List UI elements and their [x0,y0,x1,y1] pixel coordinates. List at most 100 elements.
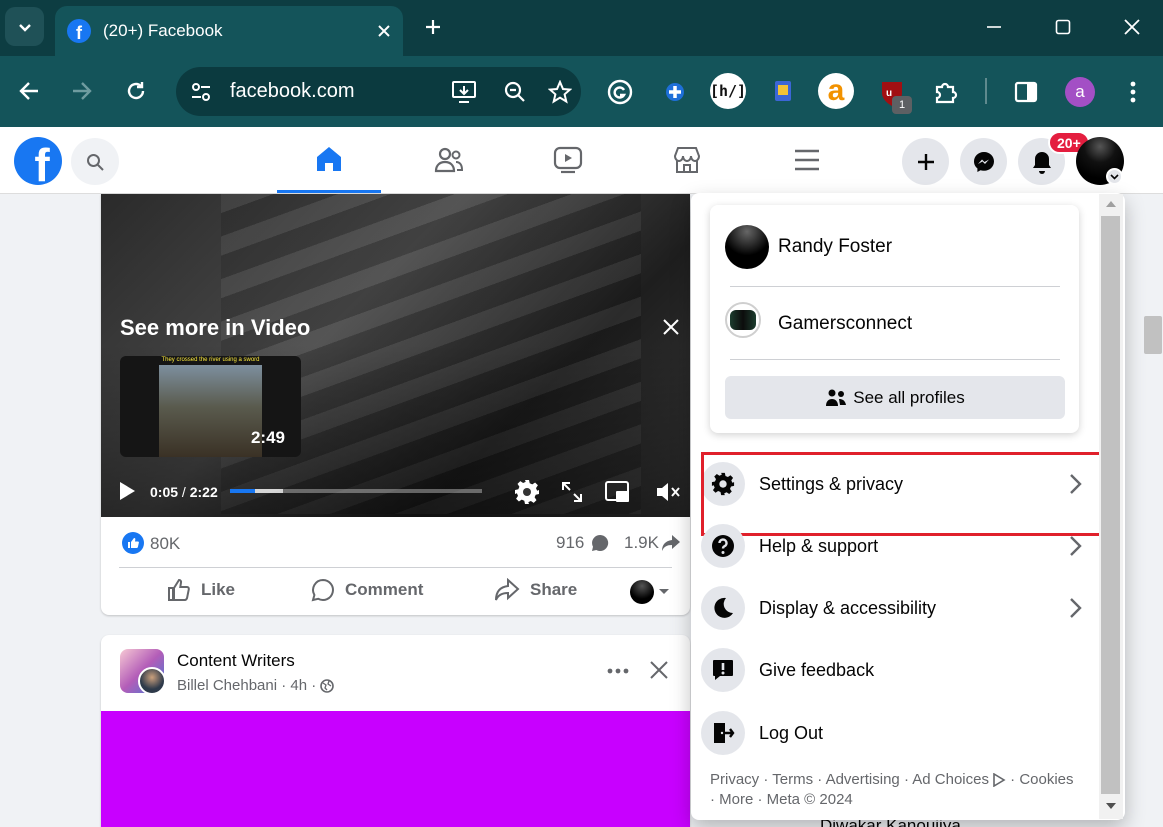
share-label: Share [530,580,578,599]
minimize-button[interactable] [976,10,1012,44]
post-image[interactable] [101,711,690,827]
menu-item-label: Display & accessibility [759,597,937,618]
document-extension-icon[interactable] [770,78,796,104]
messenger-icon [973,151,994,172]
page-name[interactable]: Gamersconnect [778,313,912,335]
gamepad-icon [730,310,756,330]
suggested-video-thumbnail[interactable]: They crossed the river using a sword 2:4… [120,356,301,457]
divider [119,567,672,568]
video-post: See more in Video They crossed the river… [101,194,690,615]
forward-button[interactable] [67,76,97,106]
extension-badge: 1 [892,96,912,114]
zoom-icon[interactable] [491,80,539,104]
share-icon [495,578,520,601]
post-time[interactable]: · 4h · [277,677,320,694]
overlay-close-button[interactable] [662,318,682,338]
author-avatar[interactable] [138,667,166,695]
close-icon[interactable] [377,24,391,38]
chevron-down-icon [18,23,31,32]
new-tab-button[interactable] [415,10,451,44]
browser-profile-avatar[interactable]: a [1065,77,1095,107]
menu-item-label: Give feedback [759,659,875,680]
create-button[interactable] [902,138,949,185]
gear-icon [515,480,539,504]
extensions-puzzle-icon[interactable] [929,76,961,108]
likes-count[interactable]: 80K [150,534,180,554]
nav-tab-video[interactable] [516,127,620,193]
nav-tab-home[interactable] [277,127,381,193]
amazon-assistant-extension-icon[interactable]: a [818,73,854,109]
menu-item-display-accessibility[interactable]: Display & accessibility [701,579,1087,637]
nav-tab-menu[interactable] [755,127,859,193]
install-app-icon[interactable] [451,80,491,104]
window-close-button[interactable] [1114,10,1150,44]
extension-cross-icon[interactable] [660,77,690,107]
video-player[interactable]: See more in Video They crossed the river… [101,194,690,517]
bookmark-star-icon[interactable] [539,79,581,104]
scroll-up-arrow-icon[interactable] [1105,200,1117,208]
hide-post-button[interactable] [649,660,671,682]
scrollbar-thumb[interactable] [1101,216,1120,794]
address-bar[interactable]: facebook.com [176,67,581,116]
more-menu-icon[interactable] [1121,78,1145,106]
share-button[interactable]: Share [494,578,577,602]
comment-button[interactable]: Comment [311,578,423,602]
divider [730,359,1060,360]
video-settings-button[interactable] [514,479,540,505]
messenger-button[interactable] [960,138,1007,185]
comments-count[interactable]: 916 [556,533,584,553]
back-button[interactable] [14,76,44,106]
video-time: 0:05 / 2:22 [150,484,218,500]
menu-item-help-support[interactable]: Help & support [701,517,1087,575]
menu-item-label: Help & support [759,535,879,556]
thumbs-up-icon [168,578,190,601]
video-progress-bar[interactable] [230,489,482,493]
maximize-button[interactable] [1045,10,1081,44]
browser-tab[interactable]: f (20+) Facebook [55,6,403,56]
thumbnail-image [159,365,262,457]
fullscreen-button[interactable] [561,481,583,503]
menu-scrollbar[interactable] [1099,194,1123,819]
group-name[interactable]: Content Writers [177,651,295,671]
site-info-icon[interactable] [176,81,226,103]
post-options-button[interactable] [605,659,631,683]
like-button[interactable]: Like [167,578,235,602]
shares-count[interactable]: 1.9K [624,533,659,553]
menu-item-give-feedback[interactable]: Give feedback [701,641,1087,699]
close-icon [1124,19,1140,35]
scroll-down-arrow-icon[interactable] [1105,802,1117,810]
author-name[interactable]: Billel Chehbani [177,677,277,694]
see-all-profiles-button[interactable]: See all profiles [725,376,1065,419]
reload-icon [127,82,145,100]
footer-more-meta[interactable]: · More · Meta © 2024 [710,790,1090,810]
see-more-title: See more in Video [120,315,311,340]
reload-button[interactable] [121,76,151,106]
footer-cookies[interactable]: · Cookies [1006,770,1073,790]
feedback-icon [701,648,745,692]
menu-item-log-out[interactable]: Log Out [701,704,1087,762]
page-scrollbar-thumb[interactable] [1144,316,1162,354]
page-avatar[interactable] [725,302,761,338]
footer-links[interactable]: Privacy · Terms · Advertising · Ad Choic… [710,770,989,790]
search-button[interactable] [71,138,119,185]
time-current: 0:05 [150,484,179,500]
account-chevron-icon[interactable] [1106,168,1123,185]
react-as-selector[interactable] [630,580,670,604]
arrow-right-icon [73,82,92,100]
divider [730,286,1060,287]
mute-button[interactable] [655,480,681,504]
profile-name[interactable]: Randy Foster [778,236,892,258]
close-icon [650,661,668,679]
nav-tab-marketplace[interactable] [635,127,739,193]
nav-tab-friends[interactable] [397,127,501,193]
miniplayer-button[interactable] [604,480,630,504]
ublock-extension-icon[interactable]: u 1 [874,76,912,114]
play-button[interactable] [118,481,138,501]
see-all-label: See all profiles [853,387,965,407]
html-extension-icon[interactable]: [h/] [710,73,746,109]
side-panel-icon[interactable] [1010,76,1042,108]
grammarly-extension-icon[interactable] [605,77,635,107]
tab-search-button[interactable] [5,7,44,46]
facebook-logo-icon[interactable]: f [14,137,62,185]
profile-avatar[interactable] [725,225,769,269]
